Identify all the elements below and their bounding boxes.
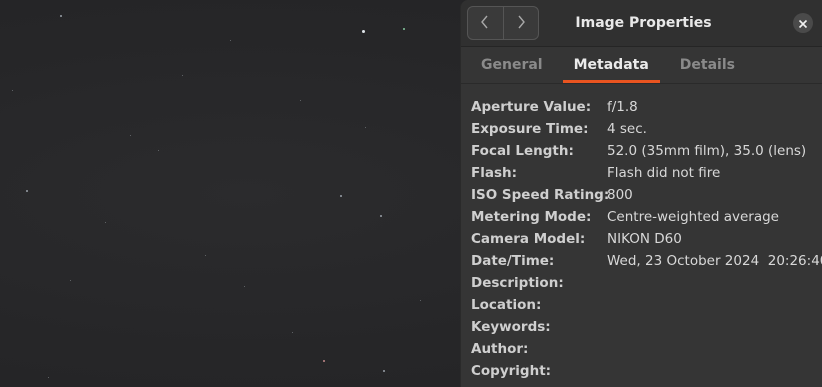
star <box>205 255 206 256</box>
previous-image-button[interactable] <box>468 7 503 39</box>
star <box>420 300 421 301</box>
property-label: Keywords: <box>471 319 551 335</box>
property-value: NIKON D60 <box>607 231 682 247</box>
property-label: Date/Time: <box>471 253 555 269</box>
property-label: Copyright: <box>471 363 552 379</box>
property-label: Location: <box>471 297 542 313</box>
star <box>60 15 62 17</box>
chevron-right-icon <box>516 14 526 33</box>
star <box>365 127 366 128</box>
star <box>70 280 71 281</box>
property-label: Flash: <box>471 165 518 181</box>
star <box>380 215 382 217</box>
property-row-copyright: Copyright: <box>471 360 821 382</box>
star <box>403 28 405 30</box>
star <box>340 195 342 197</box>
property-value: 800 <box>607 187 633 203</box>
star <box>105 222 106 223</box>
star <box>362 30 365 33</box>
tab-metadata[interactable]: Metadata <box>562 47 660 83</box>
property-value: 4 sec. <box>607 121 647 137</box>
dialog-title: Image Properties <box>575 15 712 31</box>
tab-details[interactable]: Details <box>669 47 746 83</box>
star <box>48 377 49 378</box>
star <box>26 190 28 192</box>
close-button[interactable] <box>793 13 813 33</box>
property-row-iso: ISO Speed Rating: 800 <box>471 184 821 206</box>
image-properties-dialog: Image Properties General Metadata Detail… <box>460 0 822 387</box>
next-image-button[interactable] <box>502 7 539 39</box>
star <box>12 90 13 91</box>
property-row-aperture: Aperture Value: f/1.8 <box>471 96 821 118</box>
header-bar: Image Properties <box>461 0 822 47</box>
property-value: f/1.8 <box>607 99 638 115</box>
star <box>244 286 245 287</box>
property-row-author: Author: <box>471 338 821 360</box>
star <box>292 332 293 333</box>
property-row-location: Location: <box>471 294 821 316</box>
property-label: Metering Mode: <box>471 209 592 225</box>
property-row-camera-model: Camera Model: NIKON D60 <box>471 228 821 250</box>
property-label: ISO Speed Rating: <box>471 187 610 203</box>
property-row-metering: Metering Mode: Centre-weighted average <box>471 206 821 228</box>
property-row-flash: Flash: Flash did not fire <box>471 162 821 184</box>
property-label: Author: <box>471 341 529 357</box>
metadata-list: Aperture Value: f/1.8 Exposure Time: 4 s… <box>471 96 822 382</box>
property-row-exposure: Exposure Time: 4 sec. <box>471 118 821 140</box>
property-label: Description: <box>471 275 564 291</box>
close-icon <box>798 14 808 33</box>
property-row-focal-length: Focal Length: 52.0 (35mm film), 35.0 (le… <box>471 140 821 162</box>
property-row-date-time: Date/Time: Wed, 23 October 2024 20:26:40 <box>471 250 822 272</box>
property-value: 52.0 (35mm film), 35.0 (lens) <box>607 143 807 159</box>
property-label: Focal Length: <box>471 143 574 159</box>
property-label: Camera Model: <box>471 231 586 247</box>
star <box>158 150 159 151</box>
star <box>383 370 385 372</box>
property-row-description: Description: <box>471 272 821 294</box>
property-label: Exposure Time: <box>471 121 589 137</box>
star <box>230 40 231 41</box>
chevron-left-icon <box>480 14 490 33</box>
property-value: Centre-weighted average <box>607 209 779 225</box>
tab-general[interactable]: General <box>470 47 554 83</box>
property-value: Wed, 23 October 2024 20:26:40 <box>607 253 822 269</box>
star <box>182 75 183 76</box>
star <box>300 100 301 101</box>
property-label: Aperture Value: <box>471 99 592 115</box>
tab-bar: General Metadata Details <box>461 47 822 84</box>
star <box>323 360 325 362</box>
navigation-buttons <box>467 6 539 40</box>
star <box>130 135 131 136</box>
property-value: Flash did not fire <box>607 165 721 181</box>
property-row-keywords: Keywords: <box>471 316 821 338</box>
